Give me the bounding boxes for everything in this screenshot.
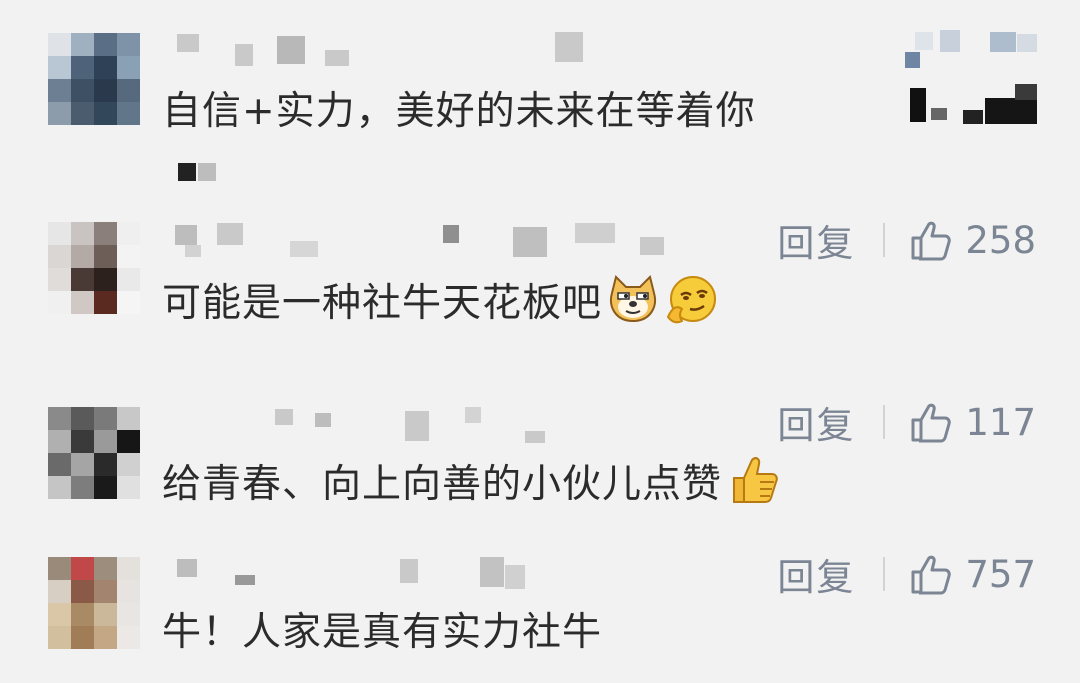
comment-item: 回复 757 牛！人家是真有实力社牛 <box>0 533 1080 683</box>
image-mosaic <box>905 30 1040 130</box>
reply-button[interactable]: 回复 <box>777 547 855 601</box>
divider <box>883 557 886 591</box>
username-mosaic <box>198 163 216 181</box>
comment-text: 可能是一种社牛天花板吧 <box>162 272 718 328</box>
comment-item: 回复 258 可能是一种社牛天花板吧 <box>0 195 1080 385</box>
comment-text-content: 可能是一种社牛天花板吧 <box>162 281 603 326</box>
thumbs-up-icon[interactable] <box>909 552 953 596</box>
avatar[interactable] <box>48 557 140 649</box>
username-mosaic <box>165 403 705 443</box>
comment-text: 给青春、向上向善的小伙儿点赞 <box>162 453 780 509</box>
comment-actions: 回复 757 <box>777 547 1036 601</box>
username-mosaic <box>165 553 705 593</box>
reply-button[interactable]: 回复 <box>777 395 855 449</box>
comment-text: 牛！人家是真有实力社牛 <box>162 610 603 655</box>
comment-actions: 回复 258 <box>777 213 1036 267</box>
reply-button[interactable]: 回复 <box>777 213 855 267</box>
doge-emoji-icon <box>610 275 656 323</box>
thumbs-up-icon[interactable] <box>909 218 953 262</box>
comment-item: 自信+实力，美好的未来在等着你 <box>0 0 1080 195</box>
comment-text: 自信+实力，美好的未来在等着你 <box>162 89 756 134</box>
username-mosaic <box>165 219 705 259</box>
avatar[interactable] <box>48 407 140 499</box>
comment-actions: 回复 117 <box>777 395 1036 449</box>
avatar[interactable] <box>48 222 140 314</box>
like-count: 258 <box>965 218 1036 262</box>
thumbs-up-icon[interactable] <box>909 400 953 444</box>
avatar[interactable] <box>48 33 140 125</box>
smirk-emoji-icon <box>666 276 717 324</box>
comment-item: 回复 117 给青春、向上向善的小伙儿点赞 <box>0 385 1080 533</box>
username-mosaic <box>178 163 196 181</box>
divider <box>883 223 886 257</box>
comment-text-content: 给青春、向上向善的小伙儿点赞 <box>162 462 723 507</box>
like-count: 117 <box>965 400 1036 444</box>
username-mosaic <box>165 30 705 70</box>
thumbs-up-emoji-icon <box>733 457 778 503</box>
divider <box>883 405 886 439</box>
like-count: 757 <box>965 552 1036 596</box>
